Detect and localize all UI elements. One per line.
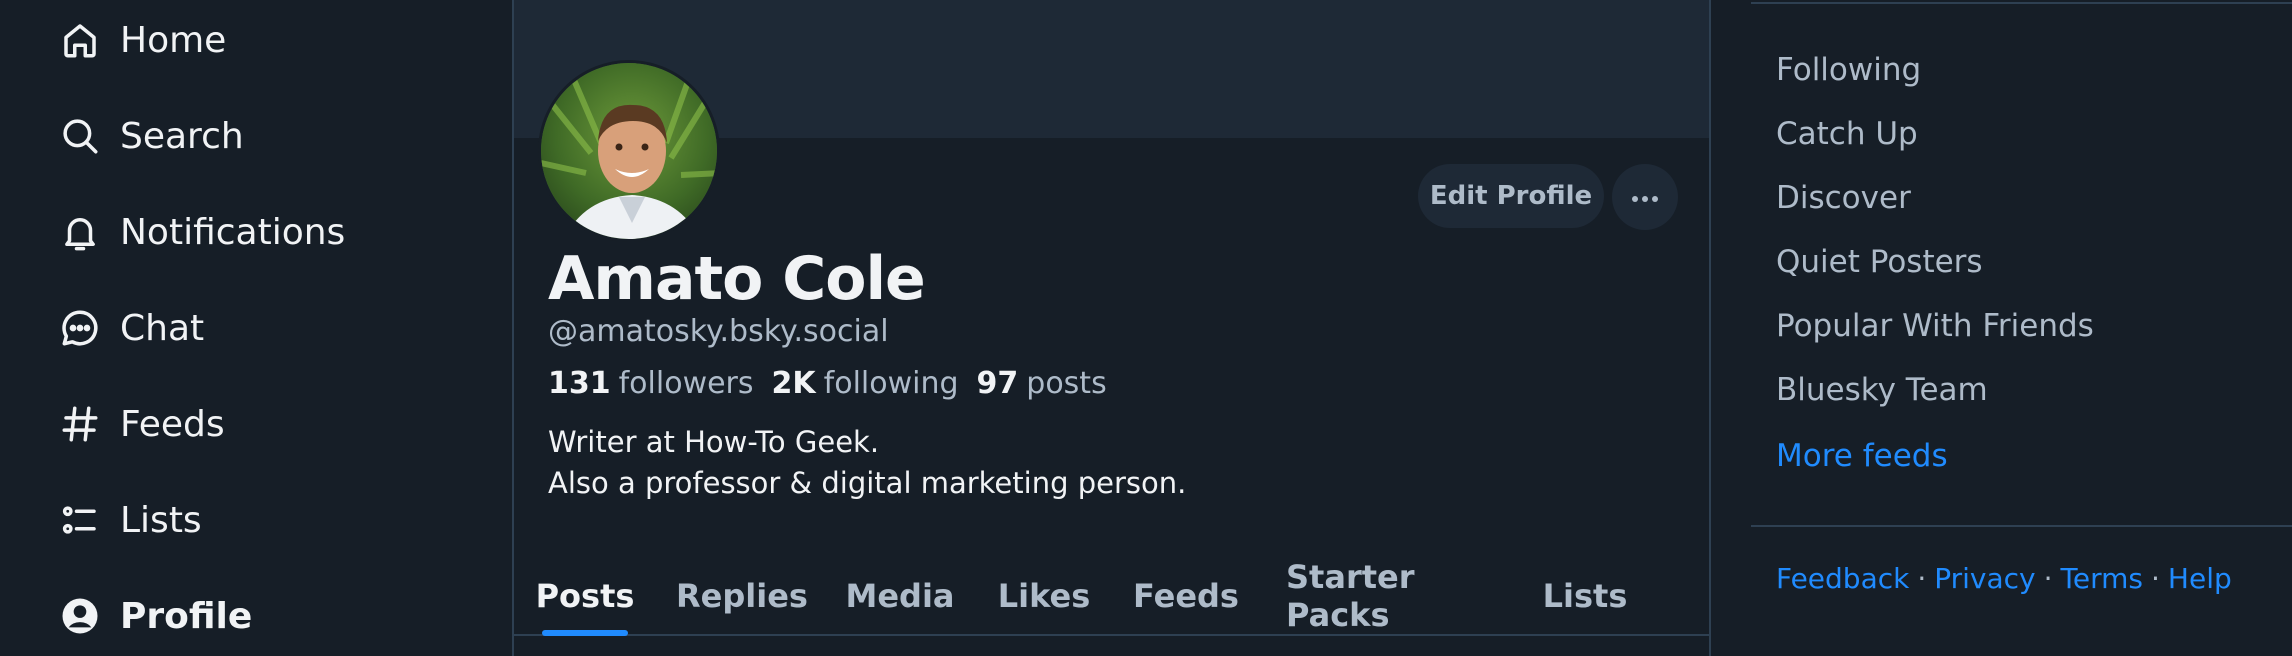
bio-line: Also a professor & digital marketing per… <box>548 466 1187 500</box>
left-navigation: Home Search Notifications Chat Feeds Lis… <box>0 0 512 656</box>
nav-label-profile: Profile <box>120 595 253 637</box>
bell-icon <box>58 210 102 254</box>
separator: · <box>1917 562 1927 595</box>
tab-feeds[interactable]: Feeds <box>1133 556 1239 636</box>
more-options-button[interactable] <box>1612 164 1678 230</box>
help-link[interactable]: Help <box>2168 562 2232 595</box>
nav-label-notifications: Notifications <box>120 211 346 253</box>
posts-label: posts <box>1026 366 1107 401</box>
nav-label-home: Home <box>120 19 227 61</box>
app-root: Home Search Notifications Chat Feeds Lis… <box>0 0 2292 656</box>
divider <box>1751 525 2292 527</box>
footer-links: Feedback · Privacy · Terms · Help <box>1776 562 2232 595</box>
nav-item-search[interactable]: Search <box>58 104 478 168</box>
ellipsis-icon <box>1631 188 1659 207</box>
profile-column: Edit Profile Amato Cole @amatosky.bsky.s… <box>512 0 1711 656</box>
nav-label-chat: Chat <box>120 307 205 349</box>
nav-item-chat[interactable]: Chat <box>58 296 478 360</box>
feed-link-following[interactable]: Following <box>1776 52 1921 88</box>
list-icon <box>58 498 102 542</box>
feedback-link[interactable]: Feedback <box>1776 562 1909 595</box>
tab-lists[interactable]: Lists <box>1543 556 1628 636</box>
chat-bubble-icon <box>58 306 102 350</box>
tab-media[interactable]: Media <box>846 556 955 636</box>
separator: · <box>2151 562 2160 595</box>
feed-link-quiet-posters[interactable]: Quiet Posters <box>1776 244 1983 280</box>
feed-link-catch-up[interactable]: Catch Up <box>1776 116 1918 152</box>
hash-icon <box>58 402 102 446</box>
search-icon <box>58 114 102 158</box>
profile-handle: @amatosky.bsky.social <box>548 314 889 349</box>
nav-label-lists: Lists <box>120 499 202 541</box>
separator: · <box>2043 562 2053 595</box>
following-label: following <box>823 366 959 401</box>
tab-starter-packs[interactable]: Starter Packs <box>1286 556 1494 636</box>
following-count: 2K <box>771 366 816 401</box>
posts-count: 97 <box>976 366 1019 401</box>
following-stat[interactable]: 2K following <box>772 366 959 401</box>
profile-tabs: Posts Replies Media Likes Feeds Starter … <box>514 556 1709 636</box>
profile-bio: Writer at How-To Geek. Also a professor … <box>548 422 1186 504</box>
terms-link[interactable]: Terms <box>2061 562 2143 595</box>
nav-item-lists[interactable]: Lists <box>58 488 478 552</box>
privacy-link[interactable]: Privacy <box>1934 562 2035 595</box>
tab-replies[interactable]: Replies <box>676 556 808 636</box>
edit-profile-button[interactable]: Edit Profile <box>1418 164 1604 228</box>
nav-item-home[interactable]: Home <box>58 8 478 72</box>
followers-count: 131 <box>548 366 611 401</box>
feed-link-bluesky-team[interactable]: Bluesky Team <box>1776 372 1988 408</box>
profile-stats: 131 followers 2K following 97 posts <box>548 366 1125 401</box>
bio-line: Writer at How-To Geek. <box>548 425 880 459</box>
home-icon <box>58 18 102 62</box>
nav-label-feeds: Feeds <box>120 403 225 445</box>
feed-link-popular-with-friends[interactable]: Popular With Friends <box>1776 308 2094 344</box>
nav-item-notifications[interactable]: Notifications <box>58 200 478 264</box>
nav-item-feeds[interactable]: Feeds <box>58 392 478 456</box>
active-tab-indicator <box>542 630 628 636</box>
divider <box>1751 2 2292 4</box>
more-feeds-link[interactable]: More feeds <box>1776 438 1948 474</box>
profile-avatar[interactable] <box>538 60 720 242</box>
profile-display-name: Amato Cole <box>548 244 926 314</box>
nav-item-profile[interactable]: Profile <box>58 584 478 648</box>
followers-stat[interactable]: 131 followers <box>548 366 754 401</box>
nav-label-search: Search <box>120 115 244 157</box>
followers-label: followers <box>618 366 754 401</box>
avatar-photo <box>541 63 717 239</box>
tab-posts[interactable]: Posts <box>536 556 635 636</box>
user-circle-icon <box>58 594 102 638</box>
posts-stat: 97 posts <box>977 366 1107 401</box>
feed-link-discover[interactable]: Discover <box>1776 180 1911 216</box>
right-sidebar: Following Catch Up Discover Quiet Poster… <box>1711 0 2292 656</box>
tab-likes[interactable]: Likes <box>998 556 1091 636</box>
